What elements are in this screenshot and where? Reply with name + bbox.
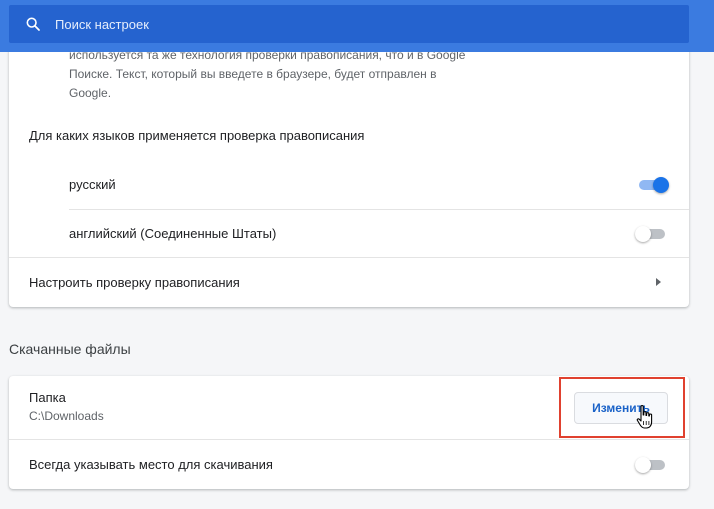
language-name: русский	[69, 177, 116, 192]
settings-header: Поиск настроек	[0, 0, 714, 52]
divider	[9, 257, 689, 258]
spellcheck-card: используется та же технология проверки п…	[9, 46, 689, 307]
hand-pointer-icon	[636, 405, 653, 429]
toggle-knob	[635, 226, 651, 242]
language-name: английский (Соединенные Штаты)	[69, 226, 277, 241]
folder-label: Папка	[29, 390, 66, 405]
languages-heading: Для каких языков применяется проверка пр…	[29, 128, 365, 143]
russian-spellcheck-toggle[interactable]	[637, 177, 669, 193]
configure-spellcheck-label: Настроить проверку правописания	[29, 275, 240, 290]
ask-location-toggle[interactable]	[635, 457, 667, 473]
search-input[interactable]: Поиск настроек	[55, 17, 149, 32]
folder-path: C:\Downloads	[29, 409, 104, 423]
highlight-frame	[559, 377, 685, 438]
divider	[9, 439, 689, 440]
ask-location-label: Всегда указывать место для скачивания	[29, 457, 273, 472]
description-line-2: Поиске. Текст, который вы введете в брау…	[69, 67, 437, 81]
toggle-knob	[653, 177, 669, 193]
toggle-knob	[635, 457, 651, 473]
downloads-section-title: Скачанные файлы	[9, 341, 131, 357]
spellcheck-description: используется та же технология проверки п…	[69, 46, 539, 103]
search-field[interactable]: Поиск настроек	[9, 5, 689, 43]
chevron-right-icon	[656, 278, 661, 286]
description-line-3: Google.	[69, 86, 112, 100]
search-icon	[26, 17, 40, 31]
english-spellcheck-toggle[interactable]	[635, 226, 667, 242]
divider	[69, 209, 689, 210]
